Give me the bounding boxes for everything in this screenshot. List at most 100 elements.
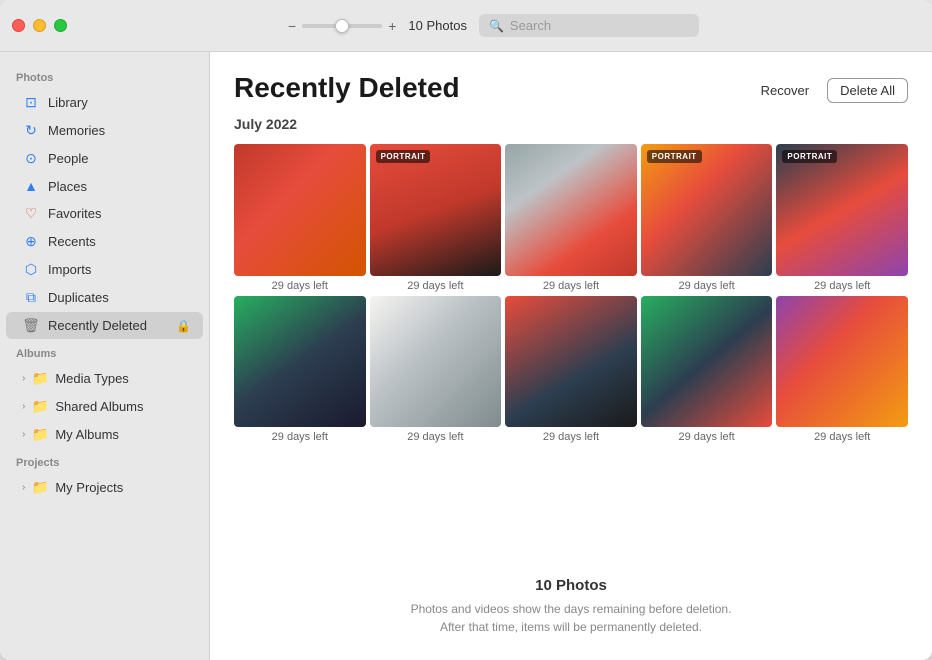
imports-icon: ⬡ — [22, 261, 40, 278]
photo-item[interactable]: PORTRAIT 29 days left — [641, 144, 773, 292]
sidebar-group-shared-albums[interactable]: › 📁 Shared Albums — [6, 393, 203, 420]
sidebar-item-label: Library — [48, 95, 88, 110]
days-left-label: 29 days left — [407, 280, 463, 292]
folder-icon: 📁 — [31, 426, 49, 443]
portrait-badge: PORTRAIT — [376, 150, 431, 163]
folder-icon: 📁 — [31, 370, 49, 387]
traffic-lights — [12, 19, 67, 32]
sidebar-group-my-projects[interactable]: › 📁 My Projects — [6, 474, 203, 501]
duplicates-icon: ⧉ — [22, 289, 40, 306]
footer-description: Photos and videos show the days remainin… — [234, 600, 908, 636]
days-left-label: 29 days left — [272, 431, 328, 443]
memories-icon: ↻ — [22, 122, 40, 139]
sidebar-item-label: People — [48, 151, 88, 166]
days-left-label: 29 days left — [407, 431, 463, 443]
people-icon: ⊙ — [22, 150, 40, 167]
photo-thumbnail[interactable] — [641, 296, 773, 428]
sidebar-item-imports[interactable]: ⬡ Imports — [6, 256, 203, 283]
lock-icon: 🔒 — [176, 319, 191, 333]
recover-button[interactable]: Recover — [751, 79, 819, 102]
zoom-out-icon[interactable]: − — [288, 18, 296, 34]
portrait-badge: PORTRAIT — [782, 150, 837, 163]
sidebar-item-duplicates[interactable]: ⧉ Duplicates — [6, 284, 203, 311]
days-left-label: 29 days left — [678, 280, 734, 292]
portrait-badge: PORTRAIT — [647, 150, 702, 163]
days-left-label: 29 days left — [678, 431, 734, 443]
sidebar-item-recents[interactable]: ⊕ Recents — [6, 228, 203, 255]
zoom-in-icon[interactable]: + — [388, 18, 396, 34]
photo-thumbnail[interactable] — [234, 144, 366, 276]
sidebar-item-label: Media Types — [55, 371, 128, 386]
zoom-thumb[interactable] — [335, 19, 349, 33]
content-footer: 10 Photos Photos and videos show the day… — [210, 557, 932, 660]
photo-thumbnail[interactable]: PORTRAIT — [641, 144, 773, 276]
days-left-label: 29 days left — [543, 280, 599, 292]
sidebar-item-recently-deleted[interactable]: 🗑 Recently Deleted 🔒 — [6, 312, 203, 339]
sidebar-item-label: Recently Deleted — [48, 318, 147, 333]
footer-title: 10 Photos — [234, 577, 908, 594]
maximize-button[interactable] — [54, 19, 67, 32]
date-label: July 2022 — [210, 116, 932, 144]
photo-thumbnail[interactable] — [505, 144, 637, 276]
close-button[interactable] — [12, 19, 25, 32]
recents-icon: ⊕ — [22, 233, 40, 250]
photo-item[interactable]: 29 days left — [234, 144, 366, 292]
photo-item[interactable]: 29 days left — [234, 296, 366, 444]
sidebar-item-label: Memories — [48, 123, 105, 138]
sidebar-item-label: My Albums — [55, 427, 119, 442]
sidebar-item-favorites[interactable]: ♡ Favorites — [6, 200, 203, 227]
chevron-right-icon: › — [22, 373, 25, 384]
photo-thumbnail[interactable] — [370, 296, 502, 428]
photo-item[interactable]: PORTRAIT 29 days left — [776, 144, 908, 292]
photo-thumbnail[interactable] — [776, 296, 908, 428]
sidebar-group-my-albums[interactable]: › 📁 My Albums — [6, 421, 203, 448]
photo-thumbnail[interactable]: PORTRAIT — [776, 144, 908, 276]
photo-thumbnail[interactable] — [234, 296, 366, 428]
photo-item[interactable]: 29 days left — [641, 296, 773, 444]
photo-count-label: 10 Photos — [408, 18, 467, 33]
photo-item[interactable]: 29 days left — [776, 296, 908, 444]
chevron-right-icon: › — [22, 429, 25, 440]
sidebar-item-library[interactable]: ⊡ Library — [6, 89, 203, 116]
sidebar-item-label: Favorites — [48, 206, 101, 221]
sidebar-section-projects: Projects — [0, 449, 209, 473]
search-bar[interactable]: 🔍 Search — [479, 14, 699, 37]
sidebar-item-memories[interactable]: ↻ Memories — [6, 117, 203, 144]
places-icon: ▲ — [22, 178, 40, 194]
chevron-right-icon: › — [22, 401, 25, 412]
days-left-label: 29 days left — [543, 431, 599, 443]
content-header: Recently Deleted Recover Delete All — [210, 52, 932, 116]
sidebar-group-media-types[interactable]: › 📁 Media Types — [6, 365, 203, 392]
content-area: Recently Deleted Recover Delete All July… — [210, 52, 932, 660]
zoom-slider[interactable] — [302, 24, 382, 28]
photo-item[interactable]: 29 days left — [505, 144, 637, 292]
sidebar-item-label: Imports — [48, 262, 91, 277]
sidebar-item-people[interactable]: ⊙ People — [6, 145, 203, 172]
chevron-right-icon: › — [22, 482, 25, 493]
photo-item[interactable]: 29 days left — [505, 296, 637, 444]
zoom-controls: − + — [288, 18, 396, 34]
sidebar-item-places[interactable]: ▲ Places — [6, 173, 203, 199]
delete-all-button[interactable]: Delete All — [827, 78, 908, 103]
page-title: Recently Deleted — [234, 72, 460, 104]
sidebar-section-albums: Albums — [0, 340, 209, 364]
sidebar-item-label: Places — [48, 179, 87, 194]
photo-item[interactable]: 29 days left — [370, 296, 502, 444]
sidebar-item-label: Shared Albums — [55, 399, 143, 414]
search-icon: 🔍 — [489, 19, 504, 33]
days-left-label: 29 days left — [272, 280, 328, 292]
library-icon: ⊡ — [22, 94, 40, 111]
titlebar: − + 10 Photos 🔍 Search — [0, 0, 932, 52]
sidebar-section-photos: Photos — [0, 64, 209, 88]
days-left-label: 29 days left — [814, 431, 870, 443]
favorites-icon: ♡ — [22, 205, 40, 222]
minimize-button[interactable] — [33, 19, 46, 32]
folder-icon: 📁 — [31, 398, 49, 415]
photo-thumbnail[interactable] — [505, 296, 637, 428]
sidebar-item-label: Duplicates — [48, 290, 109, 305]
photo-item[interactable]: PORTRAIT 29 days left — [370, 144, 502, 292]
sidebar-item-label: My Projects — [55, 480, 123, 495]
sidebar-item-label: Recents — [48, 234, 96, 249]
photo-thumbnail[interactable]: PORTRAIT — [370, 144, 502, 276]
trash-icon: 🗑 — [22, 317, 40, 334]
